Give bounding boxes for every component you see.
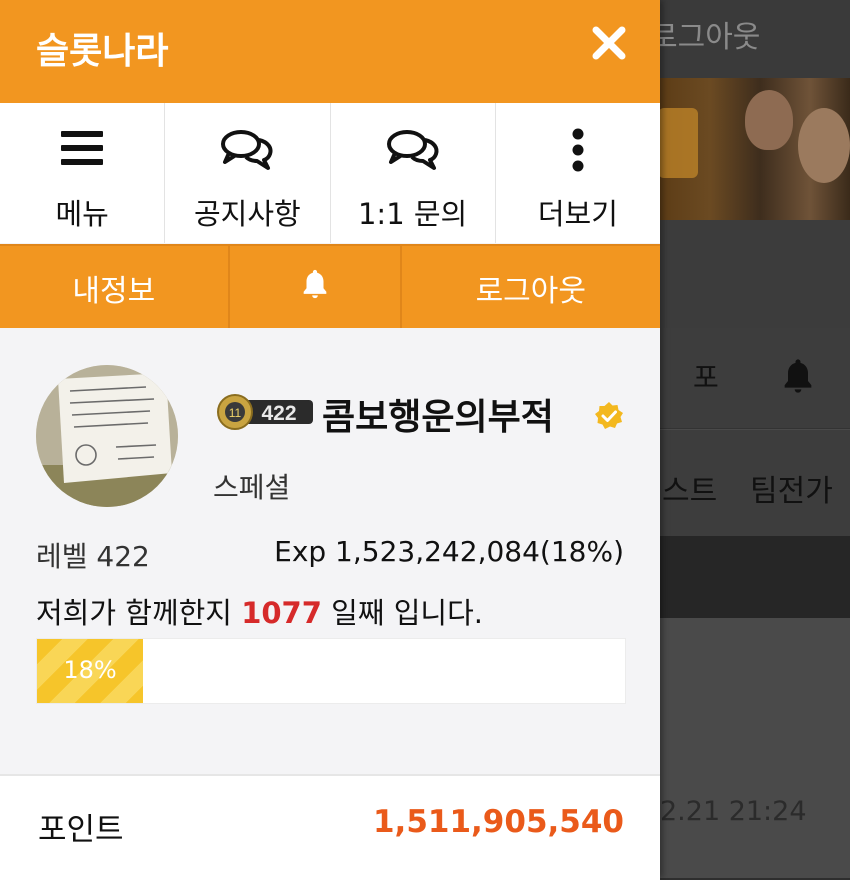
days-together: 저희가 함께한지 1077 일째 입니다. [36,590,483,632]
hamburger-icon [59,128,105,172]
level-badge: 11 422 [213,392,317,436]
my-info-button[interactable]: 내정보 [0,246,230,330]
chat-bubbles-icon [385,128,441,176]
background-banner-image [650,78,850,220]
verified-badge-icon [594,401,624,435]
nav-more-label: 더보기 [537,197,618,231]
background-dark-band [650,536,850,618]
logout-button[interactable]: 로그아웃 [402,246,660,330]
nickname: 콤보행운의부적 [322,397,554,438]
background-tab-2: 팀전가 [750,474,833,509]
background-bell-icon [778,355,818,401]
background-list [650,618,850,878]
days-prefix: 저희가 함께한지 [36,596,242,630]
exp-progress-label: 18% [63,656,117,684]
level-text: 레벨 422 [36,540,150,573]
background-tab-1: 스트 [662,474,718,509]
banner-glow [658,108,698,178]
nav-notice-button[interactable]: 공지사항 [165,103,331,243]
background-section [650,220,850,328]
nav-inquiry-label: 1:1 문의 [357,197,468,231]
drawer-header: 슬롯나라 [0,0,660,103]
banner-figure-1 [745,90,793,150]
exp-progress-bar: 18% [36,638,626,704]
points-value: 1,511,905,540 [372,804,624,840]
background-logout-text: 로그아웃 [650,20,761,55]
drawer-actions: 내정보 로그아웃 [0,244,660,330]
nav-inquiry-button[interactable]: 1:1 문의 [331,103,496,243]
close-icon[interactable] [588,22,630,64]
drawer-nav: 메뉴 공지사항 1:1 문의 더보기 [0,103,660,243]
bell-icon [298,266,332,310]
svg-text:11: 11 [229,406,242,420]
background-toolbar [650,328,850,429]
chat-bubbles-icon [219,128,275,176]
background-po-text: 포 [693,361,719,394]
more-vertical-icon [570,128,586,176]
days-count: 1077 [241,596,322,630]
my-info-label: 내정보 [72,274,156,309]
profile-section: 11 422 콤보행운의부적 스페셜 레벨 422 Exp 1,523,242,… [0,328,660,774]
side-drawer: 슬롯나라 메뉴 공지사항 1:1 문의 더보기 내정보 로그아웃 11 422 … [0,0,660,880]
points-row: 포인트 1,511,905,540 [0,774,660,880]
drawer-title: 슬롯나라 [36,31,169,72]
exp-text: Exp 1,523,242,084(18%) [274,535,624,568]
notification-button[interactable] [230,246,402,330]
points-label: 포인트 [38,812,124,848]
logout-label: 로그아웃 [475,274,586,309]
days-suffix: 일째 입니다. [321,596,483,630]
nav-notice-label: 공지사항 [194,197,301,231]
member-grade: 스페셜 [213,471,291,504]
avatar[interactable] [36,365,178,507]
background-date: 2.21 21:24 [660,796,807,827]
nav-more-button[interactable]: 더보기 [496,103,660,243]
nav-menu-button[interactable]: 메뉴 [0,103,166,243]
nav-menu-label: 메뉴 [55,197,109,231]
level-badge-number: 422 [261,402,296,425]
banner-figure-2 [798,108,850,183]
